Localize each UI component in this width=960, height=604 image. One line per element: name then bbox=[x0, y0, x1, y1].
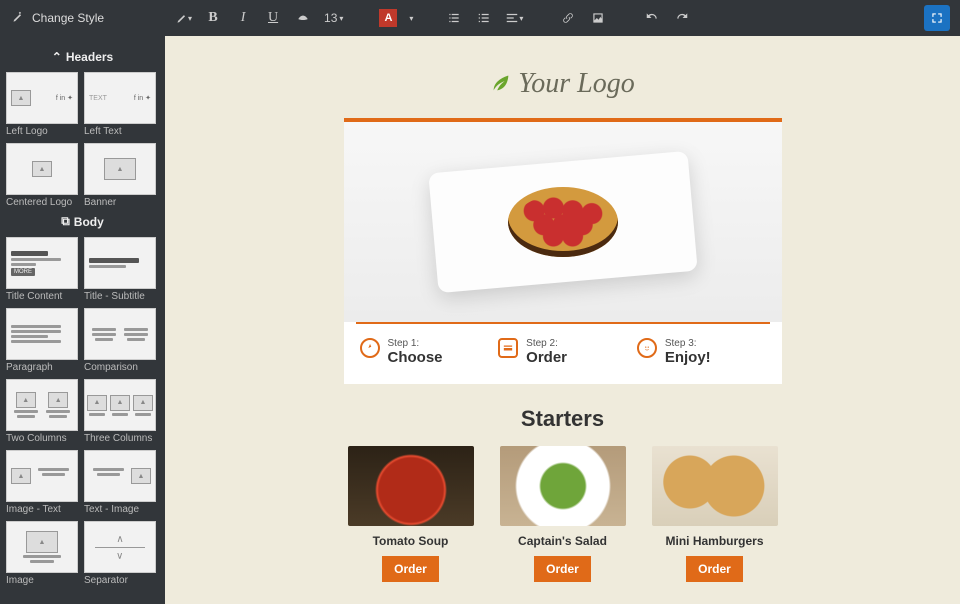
text-color-button[interactable]: A bbox=[379, 9, 397, 27]
change-style-button[interactable]: Change Style bbox=[10, 10, 104, 27]
thumb-two-columns[interactable]: ▲▲ Two Columns bbox=[6, 379, 78, 444]
undo-button[interactable] bbox=[643, 9, 661, 27]
thumb-text-image[interactable]: ▲ Text - Image bbox=[84, 450, 156, 515]
thumb-left-logo[interactable]: ▲f in ✦ Left Logo bbox=[6, 72, 78, 137]
thumb-three-columns[interactable]: ▲▲▲ Three Columns bbox=[84, 379, 156, 444]
sidebar-section-headers: ⌃ Headers bbox=[6, 50, 159, 64]
order-button[interactable]: Order bbox=[382, 556, 439, 582]
leaf-icon bbox=[490, 72, 512, 97]
copy-icon: ⧉ bbox=[61, 214, 70, 229]
thumb-centered-logo[interactable]: ▲ Centered Logo bbox=[6, 143, 78, 208]
step-3[interactable]: Step 3:Enjoy! bbox=[637, 338, 766, 366]
step-2[interactable]: Step 2:Order bbox=[498, 338, 627, 366]
steps-row: Step 1:Choose Step 2:Order Step 3:Enjoy! bbox=[344, 324, 782, 384]
underline-button[interactable]: U bbox=[264, 9, 282, 27]
chevron-up-icon: ⌃ bbox=[52, 50, 62, 64]
item-image[interactable] bbox=[500, 446, 626, 526]
thumb-image-text[interactable]: ▲ Image - Text bbox=[6, 450, 78, 515]
hero-card[interactable]: Step 1:Choose Step 2:Order Step 3:Enjoy! bbox=[344, 118, 782, 384]
item-captains-salad[interactable]: Captain's Salad Order bbox=[500, 446, 626, 582]
thumb-left-text[interactable]: TEXTf in ✦ Left Text bbox=[84, 72, 156, 137]
starters-row: Tomato Soup Order Captain's Salad Order … bbox=[348, 446, 778, 582]
compass-icon bbox=[360, 338, 380, 358]
font-size-dropdown[interactable]: 13▾ bbox=[324, 11, 343, 25]
thumb-separator[interactable]: ∧∧ Separator bbox=[84, 521, 156, 586]
toolbar: Change Style ▾ B I U 13▾ A ▾ ▾ bbox=[0, 0, 960, 36]
item-image[interactable] bbox=[348, 446, 474, 526]
thumb-banner[interactable]: ▲ Banner bbox=[84, 143, 156, 208]
item-tomato-soup[interactable]: Tomato Soup Order bbox=[348, 446, 474, 582]
clear-format-button[interactable] bbox=[294, 9, 312, 27]
wand-button[interactable]: ▾ bbox=[174, 9, 192, 27]
ordered-list-button[interactable] bbox=[475, 9, 493, 27]
change-style-label: Change Style bbox=[32, 11, 104, 25]
item-image[interactable] bbox=[652, 446, 778, 526]
sidebar-section-body: ⧉ Body bbox=[6, 214, 159, 229]
editor-canvas[interactable]: Your Logo Step 1:Choose Step 2:Order bbox=[165, 36, 960, 604]
thumb-title-subtitle[interactable]: Title - Subtitle bbox=[84, 237, 156, 302]
align-dropdown[interactable]: ▾ bbox=[505, 9, 523, 27]
redo-button[interactable] bbox=[673, 9, 691, 27]
thumb-comparison[interactable]: Comparison bbox=[84, 308, 156, 373]
text-color-dropdown[interactable]: ▾ bbox=[409, 14, 413, 23]
smile-icon bbox=[637, 338, 657, 358]
bold-button[interactable]: B bbox=[204, 9, 222, 27]
unordered-list-button[interactable] bbox=[445, 9, 463, 27]
link-button[interactable] bbox=[559, 9, 577, 27]
hero-image[interactable] bbox=[344, 122, 782, 322]
item-mini-hamburgers[interactable]: Mini Hamburgers Order bbox=[652, 446, 778, 582]
order-button[interactable]: Order bbox=[686, 556, 743, 582]
template-logo[interactable]: Your Logo bbox=[490, 68, 634, 100]
order-button[interactable]: Order bbox=[534, 556, 591, 582]
thumb-paragraph[interactable]: Paragraph bbox=[6, 308, 78, 373]
wand-icon bbox=[10, 10, 24, 27]
component-sidebar: ⌃ Headers ▲f in ✦ Left Logo TEXTf in ✦ L… bbox=[0, 36, 165, 604]
fullscreen-button[interactable] bbox=[924, 5, 950, 31]
italic-button[interactable]: I bbox=[234, 9, 252, 27]
thumb-image[interactable]: ▲ Image bbox=[6, 521, 78, 586]
card-icon bbox=[498, 338, 518, 358]
logo-text: Your Logo bbox=[518, 68, 634, 100]
thumb-title-content[interactable]: MORE Title Content bbox=[6, 237, 78, 302]
step-1[interactable]: Step 1:Choose bbox=[360, 338, 489, 366]
section-heading-starters[interactable]: Starters bbox=[521, 406, 604, 432]
image-button[interactable] bbox=[589, 9, 607, 27]
